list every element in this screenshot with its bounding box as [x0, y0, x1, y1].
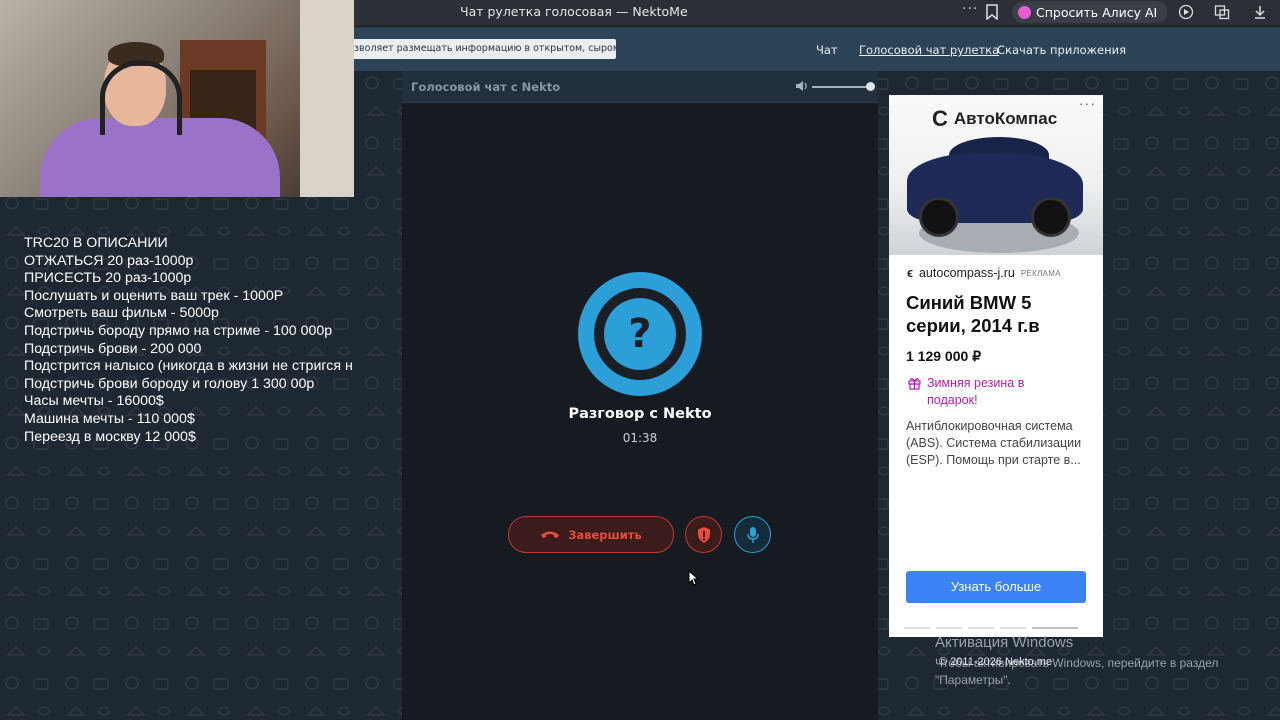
ad-gift: Зимняя резина в подарок! [908, 375, 1037, 408]
microphone-button[interactable] [734, 516, 771, 553]
ad-image[interactable]: C АвтоКомпас [889, 95, 1103, 255]
copyright: © 2011-2026 Nekto.me [939, 656, 1053, 668]
call-timer: 01:38 [622, 431, 658, 445]
end-call-button[interactable]: Завершить [508, 516, 674, 553]
browser-tab-title: Чат рулетка голосовая — NektoMe [460, 4, 688, 19]
donation-item: TRC20 В ОПИСАНИИ [24, 235, 168, 251]
advertisement[interactable]: C АвтоКомпас ··· ϵ autocompass-j.ru РЕКЛ… [889, 95, 1103, 637]
donation-item: Послушать и оценить ваш трек - 1000Р [24, 287, 284, 304]
donation-item: Смотреть ваш фильм - 5000р [24, 305, 219, 322]
ad-description: Антиблокировочная система (ABS). Система… [906, 419, 1082, 467]
nav-voice-chat-link[interactable]: Голосовой чат рулетка [859, 43, 999, 57]
volume-icon[interactable] [795, 80, 809, 92]
alisa-icon [1018, 5, 1031, 19]
donation-item: Подстрится налысо (никогда в жизни не ст… [24, 358, 353, 375]
donation-item: Подстричь брови бороду и голову 1 300 00… [24, 375, 315, 392]
ad-tag: РЕКЛАМА [1020, 268, 1061, 278]
donation-item: Подстричь брови - 200 000 [24, 340, 202, 357]
ad-slide-dot[interactable] [936, 627, 962, 629]
donation-item: Часы мечты - 16000$ [24, 393, 164, 410]
shield-alert-icon [697, 526, 710, 543]
browser-menu-button[interactable]: ··· [962, 1, 978, 17]
ad-price: 1 129 000 ₽ [906, 348, 982, 364]
notice-banner: зволяет размещать информацию в открытом,… [352, 39, 616, 59]
donation-item: ПРИСЕСТЬ 20 раз-1000р [24, 270, 192, 287]
voice-chat-panel: ? Разговор с Nekto 01:38 Завершить [402, 103, 878, 720]
gift-icon [908, 378, 921, 390]
volume-slider-handle[interactable] [866, 82, 875, 91]
ad-brand-mark: C [932, 106, 948, 131]
nav-download-apps-link[interactable]: Скачать приложения [997, 43, 1126, 57]
report-button[interactable] [685, 516, 722, 553]
voice-chat-header: Голосовой чат с Nekto [402, 71, 878, 103]
mouse-cursor-icon [688, 570, 700, 586]
donation-item: ОТЖАТЬСЯ 20 раз-1000р [24, 252, 194, 269]
translate-icon[interactable] [1214, 4, 1230, 20]
bookmark-icon[interactable] [985, 4, 999, 20]
ad-options-button[interactable]: ··· [1079, 95, 1096, 111]
voice-chat-title: Голосовой чат с Nekto [411, 80, 561, 94]
ask-alisa-button[interactable]: Спросить Алису AI [1012, 1, 1168, 23]
ad-domain[interactable]: ϵ autocompass-j.ru РЕКЛАМА [907, 266, 1061, 280]
hang-up-icon [541, 531, 560, 538]
ad-domain-label: autocompass-j.ru [918, 266, 1015, 280]
ad-title[interactable]: Синий BMW 5 серии, 2014 г.в [906, 291, 1096, 337]
donation-item: Переезд в москву 12 000$ [24, 428, 196, 445]
ad-slide-dot[interactable] [968, 627, 994, 629]
ad-slide-dot[interactable] [904, 627, 930, 629]
conversation-title: Разговор с Nekto [568, 406, 712, 422]
donation-list: TRC20 В ОПИСАНИИ ОТЖАТЬСЯ 20 раз-1000р П… [24, 235, 376, 446]
download-icon[interactable] [1252, 4, 1268, 20]
ad-favicon-icon: ϵ [907, 266, 913, 280]
ad-brand-name: АвтоКомпас [953, 109, 1058, 128]
windows-activation-title: Активация Windows [935, 634, 1074, 651]
avatar-question-mark: ? [604, 298, 676, 370]
ad-slide-dot-active[interactable] [1032, 627, 1078, 629]
play-icon[interactable] [1178, 4, 1194, 20]
ad-slide-indicator [904, 627, 1078, 629]
ad-slide-dot[interactable] [1000, 627, 1026, 629]
microphone-icon [746, 526, 759, 543]
interlocutor-avatar: ? [578, 272, 702, 396]
ask-alisa-label: Спросить Алису AI [1036, 4, 1158, 20]
donation-item: Машина мечты - 110 000$ [24, 410, 195, 427]
nav-chat-link[interactable]: Чат [816, 43, 838, 57]
webcam-overlay [0, 0, 354, 197]
ad-brand-logo: C АвтоКомпас [932, 106, 1057, 132]
volume-slider[interactable] [812, 86, 870, 88]
ad-gift-label: Зимняя резина в подарок! [927, 376, 1025, 407]
learn-more-button[interactable]: Узнать больше [906, 571, 1086, 603]
end-call-label: Завершить [568, 527, 642, 542]
donation-item: Подстричь бороду прямо на стриме - 100 0… [24, 322, 333, 339]
